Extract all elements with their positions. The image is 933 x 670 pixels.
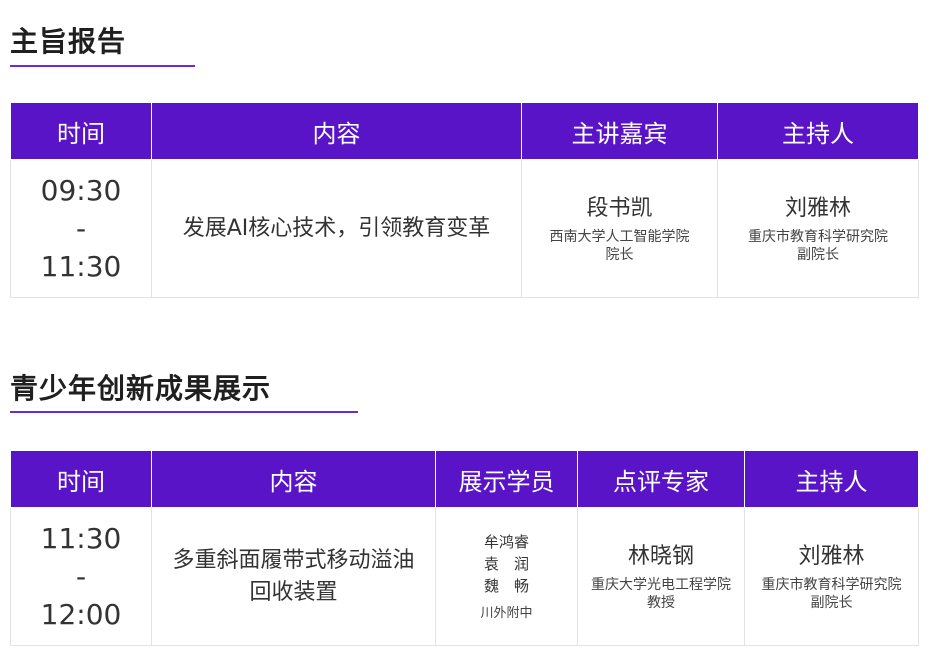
header-content: 内容 (151, 102, 522, 160)
header-expert: 点评专家 (577, 450, 745, 508)
section-title-keynote: 主旨报告 (10, 25, 127, 58)
showcase-table: 时间 内容 展示学员 点评专家 主持人 11:30 - 12:00 多重斜面履带… (10, 450, 919, 646)
content-cell: 发展AI核心技术，引领教育变革 (151, 159, 522, 298)
time-start: 09:30 (40, 173, 122, 207)
keynote-table: 时间 内容 主讲嘉宾 主持人 09:30 - 11:30 发展AI核心技术，引领… (10, 102, 919, 298)
content-line-2: 回收装置 (249, 579, 338, 605)
table-header-row: 时间 内容 展示学员 点评专家 主持人 (10, 450, 919, 508)
table-row: 11:30 - 12:00 多重斜面履带式移动溢油 回收装置 牟鸿睿 袁 润 魏… (10, 507, 919, 646)
host-cell: 刘雅林 重庆市教育科学研究院 副院长 (717, 159, 919, 298)
time-start: 11:30 (40, 521, 122, 555)
host-affiliation: 重庆市教育科学研究院 (748, 228, 888, 245)
time-cell: 11:30 - 12:00 (10, 507, 152, 646)
time-cell: 09:30 - 11:30 (10, 159, 152, 298)
speaker-position: 院长 (605, 246, 634, 263)
student-name: 牟鸿睿 (483, 532, 529, 551)
school-name: 川外附中 (480, 605, 533, 621)
speaker-affiliation: 西南大学人工智能学院 (549, 228, 690, 245)
students-cell: 牟鸿睿 袁 润 魏 畅 川外附中 (435, 507, 578, 646)
expert-position: 教授 (647, 594, 675, 611)
section-underline (10, 65, 195, 67)
expert-cell: 林晓钢 重庆大学光电工程学院 教授 (577, 507, 745, 646)
header-time: 时间 (10, 450, 152, 508)
table-header-row: 时间 内容 主讲嘉宾 主持人 (10, 102, 919, 160)
host-cell: 刘雅林 重庆市教育科学研究院 副院长 (744, 507, 919, 646)
host-affiliation: 重庆市教育科学研究院 (761, 576, 902, 593)
header-students: 展示学员 (435, 450, 578, 508)
expert-affiliation: 重庆大学光电工程学院 (591, 576, 731, 593)
content-line-1: 多重斜面履带式移动溢油 (172, 547, 415, 573)
student-name: 袁 润 (483, 554, 529, 573)
header-host: 主持人 (717, 102, 919, 160)
header-content: 内容 (151, 450, 436, 508)
table-row: 09:30 - 11:30 发展AI核心技术，引领教育变革 段书凯 西南大学人工… (10, 159, 919, 298)
section-underline (10, 411, 358, 413)
section-title-showcase: 青少年创新成果展示 (10, 372, 272, 405)
host-name: 刘雅林 (798, 543, 865, 569)
host-name: 刘雅林 (784, 195, 851, 221)
speaker-name: 段书凯 (586, 195, 653, 221)
host-position: 副院长 (810, 594, 853, 611)
student-name: 魏 畅 (483, 576, 529, 595)
time-end: 11:30 (40, 249, 122, 283)
header-time: 时间 (10, 102, 152, 160)
time-end: 12:00 (40, 597, 122, 631)
content-cell: 多重斜面履带式移动溢油 回收装置 (151, 507, 436, 646)
expert-name: 林晓钢 (627, 543, 694, 569)
header-host: 主持人 (744, 450, 919, 508)
host-position: 副院长 (797, 246, 839, 263)
time-separator: - (75, 211, 87, 245)
speaker-cell: 段书凯 西南大学人工智能学院 院长 (521, 159, 718, 298)
header-speaker: 主讲嘉宾 (521, 102, 718, 160)
time-separator: - (75, 559, 87, 593)
